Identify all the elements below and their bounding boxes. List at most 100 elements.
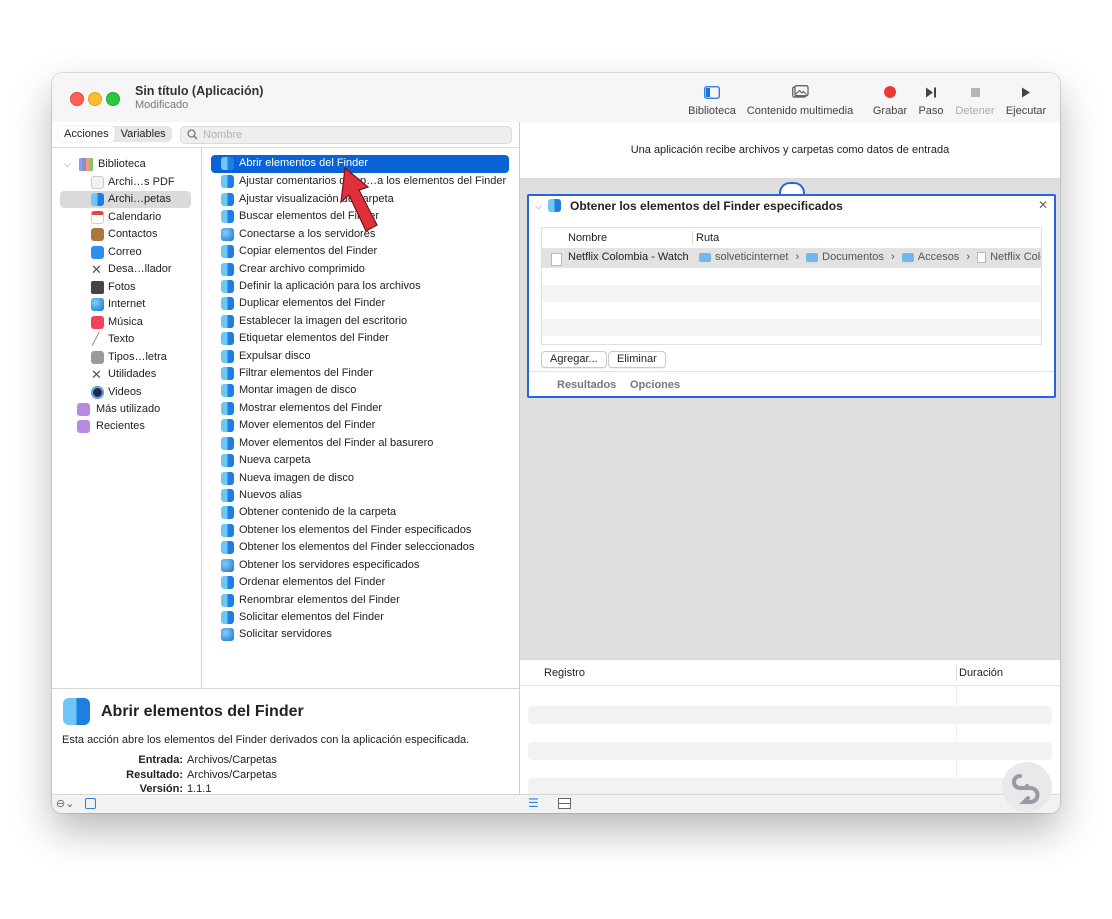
action-info-pane: Abrir elementos del Finder Esta acción a…: [52, 688, 519, 795]
table-row[interactable]: Netflix Colombia - Watch solveticinterne…: [542, 249, 1041, 268]
minimize-window-button[interactable]: [88, 92, 102, 106]
add-button[interactable]: Agregar...: [541, 351, 607, 368]
library-item-contacts[interactable]: Contactos: [89, 226, 194, 243]
action-item[interactable]: Copiar elementos del Finder: [219, 243, 509, 260]
library-item-videos[interactable]: Videos: [89, 384, 194, 401]
run-button[interactable]: Ejecutar: [1004, 81, 1048, 117]
action-item[interactable]: Expulsar disco: [219, 348, 509, 365]
action-item[interactable]: Nuevos alias: [219, 487, 509, 504]
library-item-files-folders[interactable]: Archi…petas: [60, 191, 191, 208]
action-item[interactable]: Mover elementos del Finder al basurero: [219, 435, 509, 452]
window-subtitle: Modificado: [135, 99, 189, 111]
finder-icon: [221, 175, 234, 189]
action-item-label: Copiar elementos del Finder: [239, 245, 378, 258]
globe-icon: [221, 628, 234, 642]
action-card[interactable]: ⌵ Obtener los elementos del Finder espec…: [527, 194, 1056, 398]
library-item-label: Videos: [108, 386, 142, 398]
column-log[interactable]: Registro: [544, 667, 585, 679]
utilities-icon: ✕: [91, 367, 102, 382]
table-header: Nombre Ruta: [542, 228, 1041, 249]
finder-icon: [221, 488, 234, 502]
library-item-label: Texto: [108, 333, 135, 345]
library-item-recent[interactable]: Recientes: [77, 418, 194, 435]
library-item-mail[interactable]: Correo: [89, 244, 194, 261]
column-divider: [956, 665, 957, 681]
library-item-internet[interactable]: Internet: [89, 296, 194, 313]
action-item[interactable]: Nueva carpeta: [219, 452, 509, 469]
action-menu-icon[interactable]: ⊖⌄: [56, 797, 74, 810]
library-item-utilities[interactable]: ✕ Utilidades: [89, 366, 194, 383]
action-item[interactable]: Definir la aplicación para los archivos: [219, 278, 509, 295]
action-item[interactable]: Solicitar servidores: [219, 626, 509, 643]
library-button[interactable]: Biblioteca: [686, 81, 738, 117]
stop-button[interactable]: Detener: [952, 81, 998, 117]
tab-variables[interactable]: Variables: [115, 126, 172, 142]
finder-icon: [221, 471, 234, 485]
action-item[interactable]: Mover elementos del Finder: [219, 417, 509, 434]
tab-results[interactable]: Resultados: [557, 379, 616, 391]
log-panel: Registro Duración: [520, 659, 1060, 795]
library-item-label: Recientes: [96, 420, 145, 432]
library-books-icon: [79, 158, 93, 171]
action-item[interactable]: Etiquetar elementos del Finder: [219, 330, 509, 347]
column-duration[interactable]: Duración: [959, 667, 1003, 679]
step-button[interactable]: Paso: [916, 81, 946, 117]
library-item-pdf[interactable]: Archi…s PDF: [89, 174, 194, 191]
action-item[interactable]: Obtener los elementos del Finder selecci…: [219, 539, 509, 556]
run-label: Ejecutar: [1005, 105, 1047, 117]
action-item[interactable]: Filtrar elementos del Finder: [219, 365, 509, 382]
action-card-title: Obtener los elementos del Finder especif…: [570, 199, 843, 213]
path-item: Accesos: [917, 251, 960, 264]
action-item[interactable]: Solicitar elementos del Finder: [219, 609, 509, 626]
split-view-icon[interactable]: [558, 798, 571, 809]
record-button[interactable]: Grabar: [870, 81, 910, 117]
column-name[interactable]: Nombre: [568, 232, 607, 244]
disclosure-chevron-icon[interactable]: ⌵: [535, 201, 542, 212]
photos-icon: [91, 281, 104, 294]
action-item-label: Etiquetar elementos del Finder: [239, 332, 389, 345]
action-item[interactable]: Establecer la imagen del escritorio: [219, 313, 509, 330]
action-item[interactable]: Obtener los servidores especificados: [219, 557, 509, 574]
library-item-calendar[interactable]: Calendario: [89, 209, 194, 226]
column-path[interactable]: Ruta: [696, 232, 719, 244]
library-item-fonts[interactable]: Tipos…letra: [89, 349, 194, 366]
path-separator: ›: [966, 251, 971, 264]
action-item[interactable]: Mostrar elementos del Finder: [219, 400, 509, 417]
action-item[interactable]: Duplicar elementos del Finder: [219, 295, 509, 312]
action-item[interactable]: Obtener los elementos del Finder especif…: [219, 522, 509, 539]
finder-icon: [221, 349, 234, 363]
tab-actions[interactable]: Acciones: [58, 126, 115, 142]
action-item[interactable]: Obtener contenido de la carpeta: [219, 504, 509, 521]
library-item-text[interactable]: ╱ Texto: [89, 331, 194, 348]
library-item-developer[interactable]: ✕ Desa…llador: [89, 261, 194, 278]
close-icon[interactable]: ✕: [1038, 198, 1048, 212]
action-item[interactable]: Renombrar elementos del Finder: [219, 592, 509, 609]
search-field[interactable]: Nombre: [180, 126, 512, 144]
workflow-area[interactable]: ⌵ Obtener los elementos del Finder espec…: [520, 179, 1060, 659]
workflow-input-description: Una aplicación recibe archivos y carpeta…: [520, 122, 1060, 179]
path-item: Documentos: [822, 251, 884, 264]
library-item-label: Contactos: [108, 228, 158, 240]
action-item[interactable]: Nueva imagen de disco: [219, 470, 509, 487]
media-button[interactable]: Contenido multimedia: [746, 81, 854, 117]
log-row: [528, 778, 1052, 795]
close-window-button[interactable]: [70, 92, 84, 106]
library-item-most-used[interactable]: Más utilizado: [77, 401, 194, 418]
finder-icon: [221, 367, 234, 381]
action-item[interactable]: Crear archivo comprimido: [219, 261, 509, 278]
watermark-logo: [1002, 762, 1052, 812]
library-item-photos[interactable]: Fotos: [89, 279, 194, 296]
action-item[interactable]: Ordenar elementos del Finder: [219, 574, 509, 591]
finder-icon: [221, 332, 234, 346]
list-view-icon[interactable]: ☰: [528, 796, 539, 810]
folder-icon: [806, 252, 819, 262]
library-item-music[interactable]: Música: [89, 314, 194, 331]
zoom-window-button[interactable]: [106, 92, 120, 106]
tab-options[interactable]: Opciones: [630, 379, 680, 391]
library-root[interactable]: ⌵ Biblioteca: [64, 156, 194, 173]
remove-button[interactable]: Eliminar: [608, 351, 666, 368]
action-item[interactable]: Montar imagen de disco: [219, 382, 509, 399]
description-toggle-icon[interactable]: [85, 798, 96, 809]
library-list: ⌵ Biblioteca Archi…s PDF Archi…petas Cal…: [52, 148, 202, 688]
finder-icon: [221, 541, 234, 555]
